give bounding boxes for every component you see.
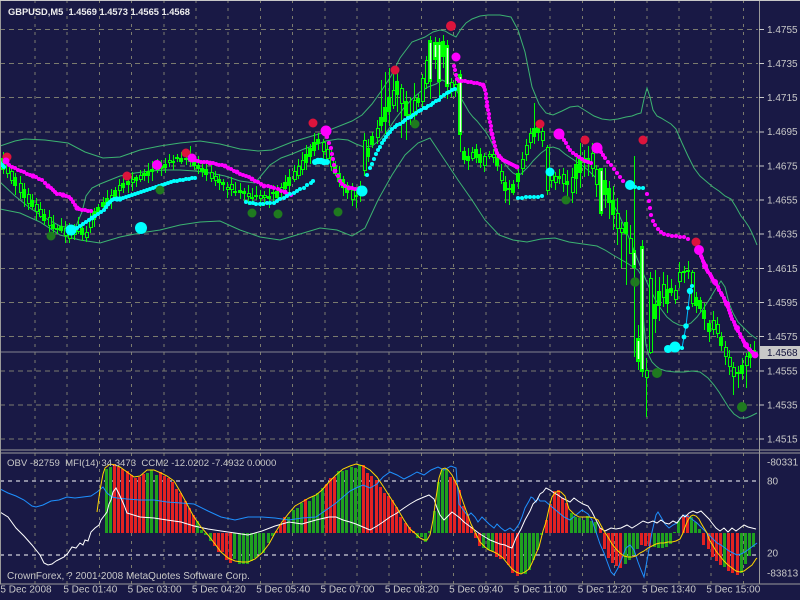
svg-text:20: 20 (767, 549, 779, 560)
svg-text:1.4655: 1.4655 (767, 196, 798, 207)
svg-text:1.4755: 1.4755 (767, 25, 798, 36)
svg-text:1.4515: 1.4515 (767, 435, 798, 446)
svg-text:5 Dec 08:20: 5 Dec 08:20 (385, 585, 439, 596)
svg-text:5 Dec 07:00: 5 Dec 07:00 (321, 585, 375, 596)
svg-text:-83813: -83813 (767, 569, 799, 580)
svg-text:5 Dec 2008: 5 Dec 2008 (0, 585, 52, 596)
svg-text:5 Dec 04:20: 5 Dec 04:20 (192, 585, 246, 596)
svg-text:1.4735: 1.4735 (767, 59, 798, 70)
svg-text:5 Dec 12:20: 5 Dec 12:20 (578, 585, 632, 596)
svg-text:OBV -82759 MFI(14) 34.3473 C: OBV -82759 MFI(14) 34.3473 CCM2 -12.0202… (7, 458, 276, 469)
svg-text:1.4575: 1.4575 (767, 332, 798, 343)
svg-text:-80331: -80331 (767, 458, 799, 469)
svg-text:5 Dec 11:00: 5 Dec 11:00 (514, 585, 568, 596)
svg-text:5 Dec 01:40: 5 Dec 01:40 (63, 585, 117, 596)
svg-text:5 Dec 05:40: 5 Dec 05:40 (256, 585, 310, 596)
svg-text:1.4715: 1.4715 (767, 93, 798, 104)
svg-text:5 Dec 03:00: 5 Dec 03:00 (128, 585, 182, 596)
svg-text:80: 80 (767, 477, 779, 488)
svg-text:5 Dec 15:00: 5 Dec 15:00 (706, 585, 760, 596)
svg-text:1.4675: 1.4675 (767, 161, 798, 172)
svg-text:1.4615: 1.4615 (767, 264, 798, 275)
svg-text:1.4695: 1.4695 (767, 127, 798, 138)
svg-text:5 Dec 13:40: 5 Dec 13:40 (642, 585, 696, 596)
svg-text:5 Dec 09:40: 5 Dec 09:40 (449, 585, 503, 596)
svg-text:1.4535: 1.4535 (767, 400, 798, 411)
svg-text:1.4595: 1.4595 (767, 298, 798, 309)
svg-text:1.4635: 1.4635 (767, 230, 798, 241)
svg-text:1.4568: 1.4568 (767, 348, 798, 359)
svg-text:CrownForex, ? 2001-2008 MetaQu: CrownForex, ? 2001-2008 MetaQuotes Softw… (7, 571, 250, 582)
svg-text:GBPUSD,M5 1.4569 1.4573 1.456: GBPUSD,M5 1.4569 1.4573 1.4565 1.4568 (8, 7, 190, 17)
svg-text:1.4555: 1.4555 (767, 366, 798, 377)
